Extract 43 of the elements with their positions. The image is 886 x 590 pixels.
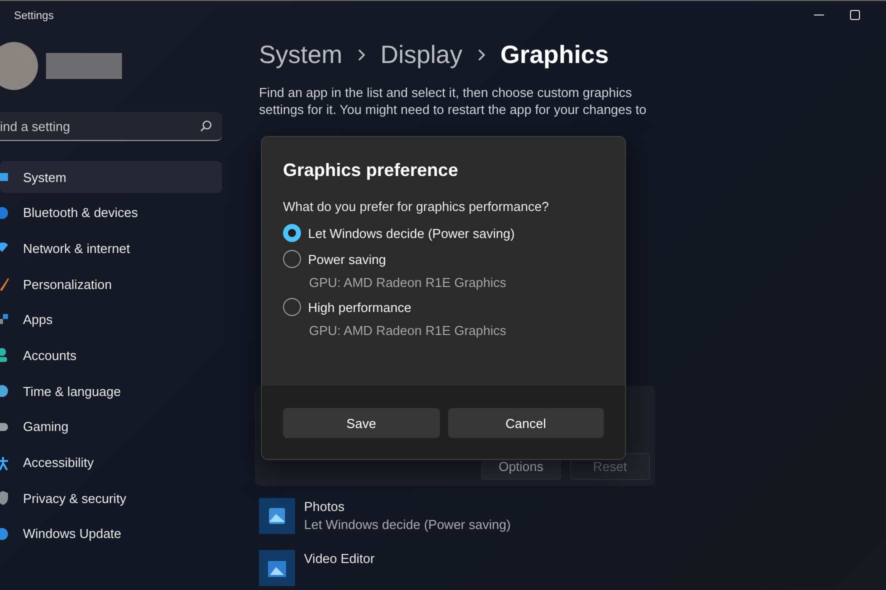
avatar — [0, 42, 38, 90]
nav-item[interactable]: Accessibility — [0, 446, 222, 478]
option-label[interactable]: High performance — [308, 300, 412, 314]
option-label[interactable]: Let Windows decide (Power saving) — [308, 226, 515, 240]
radio-button[interactable] — [283, 298, 301, 316]
search-field[interactable]: ind a setting — [0, 112, 222, 141]
search-icon[interactable] — [200, 120, 212, 132]
option-label[interactable]: Power saving — [308, 252, 386, 266]
dialog-button[interactable]: Cancel — [448, 408, 604, 438]
description-text: Find an app in the list and select it, then choose custom graphics — [259, 84, 633, 101]
nav-item[interactable]: Network & internet — [0, 232, 222, 264]
breadcrumb-item[interactable]: System — [259, 40, 342, 70]
window-title: Settings — [14, 10, 54, 22]
breadcrumb-item[interactable]: Display — [380, 40, 462, 70]
dialog-button[interactable]: Save — [283, 408, 440, 438]
nav-item[interactable]: Gaming — [0, 410, 222, 443]
dialog-title: Graphics preference — [283, 160, 460, 181]
app-preference: Let Windows decide (Power saving) — [304, 517, 511, 532]
nav-item[interactable]: Accounts — [0, 339, 222, 372]
nav-item[interactable]: System — [0, 161, 222, 193]
shield-icon — [0, 490, 10, 506]
chevron-icon — [476, 48, 486, 62]
app-name: Photos — [304, 499, 346, 514]
photo-app-icon — [259, 498, 295, 534]
description-text: settings for it. You might need to restart the app for your changes to — [259, 101, 648, 118]
radio-button[interactable] — [283, 224, 301, 242]
nav-item[interactable]: Personalization — [0, 268, 222, 300]
nav-item[interactable]: Windows Update — [0, 518, 222, 550]
dialog-question: What do you prefer for graphics performance? — [283, 199, 550, 214]
radio-button[interactable] — [283, 250, 301, 268]
figure-icon — [0, 454, 10, 470]
nav-item[interactable]: Privacy & security — [0, 482, 222, 514]
maximize-icon[interactable] — [850, 10, 860, 20]
nav-item[interactable]: Apps — [0, 304, 222, 336]
breadcrumb-item: Graphics — [500, 40, 609, 70]
person-icon — [0, 347, 10, 364]
option-detail: GPU: AMD Radeon R1E Graphics — [309, 275, 508, 290]
nav-item[interactable]: Time & language — [0, 375, 222, 408]
chevron-icon — [356, 48, 366, 62]
brush-icon — [0, 276, 10, 292]
nav-item[interactable]: Bluetooth & devices — [0, 196, 222, 229]
option-detail: GPU: AMD Radeon R1E Graphics — [309, 323, 508, 338]
app-name: Video Editor — [304, 551, 375, 566]
